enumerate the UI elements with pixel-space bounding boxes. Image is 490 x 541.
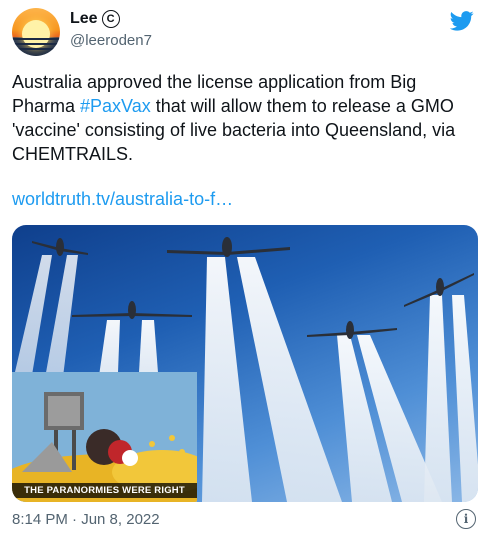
tweet-media[interactable]: THE PARANORMIES WERE RIGHT — [12, 225, 478, 502]
article-link[interactable]: worldtruth.tv/australia-to-f… — [12, 189, 233, 210]
user-handle[interactable]: @leeroden7 — [70, 32, 152, 49]
avatar[interactable] — [12, 8, 60, 56]
meme-inset-image: THE PARANORMIES WERE RIGHT — [12, 372, 197, 502]
display-name-text: Lee — [70, 10, 98, 27]
tweet-header: Lee C @leeroden7 — [12, 8, 478, 58]
tweet-text: Australia approved the license applicati… — [12, 70, 478, 166]
hashtag-link[interactable]: #PaxVax — [80, 96, 151, 116]
avatar-stripe — [12, 48, 60, 50]
meme-caption: THE PARANORMIES WERE RIGHT — [12, 483, 197, 498]
info-icon[interactable]: i — [456, 509, 476, 529]
display-name[interactable]: Lee C — [70, 10, 120, 28]
tweet-timestamp[interactable]: 8:14 PM · Jun 8, 2022 — [12, 511, 160, 528]
avatar-stripe — [12, 43, 60, 45]
copyright-icon: C — [101, 10, 120, 28]
twitter-bird-icon[interactable] — [450, 10, 474, 32]
avatar-stripe — [12, 38, 60, 40]
